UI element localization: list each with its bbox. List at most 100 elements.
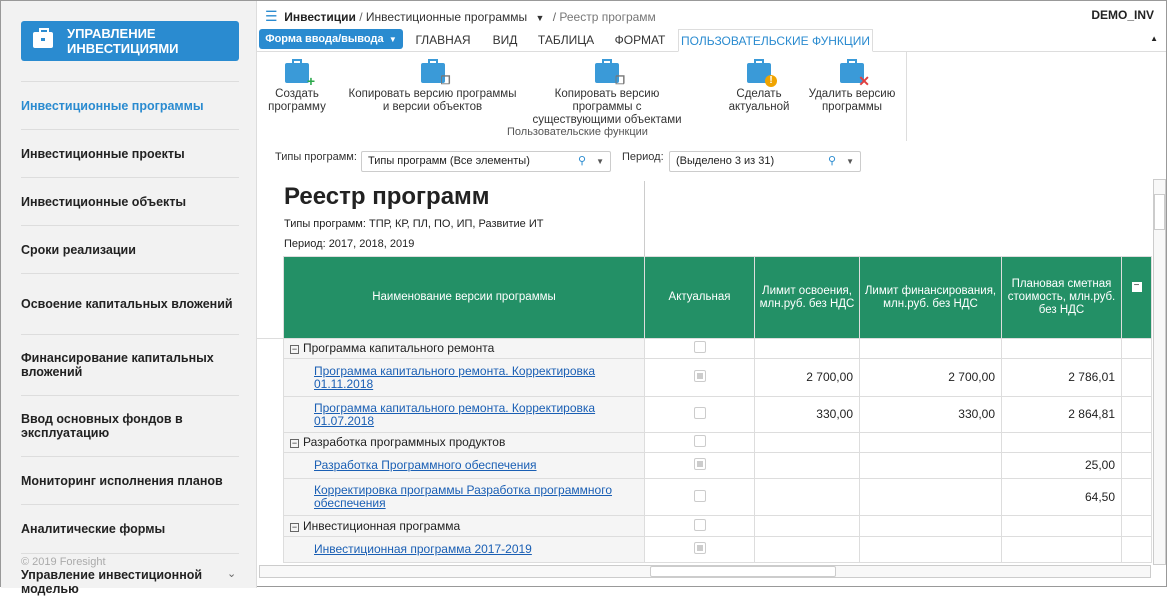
search-icon[interactable]: ⚲ xyxy=(578,152,586,171)
make-actual-button[interactable]: ! Сделать актуальной xyxy=(723,59,795,114)
scroll-thumb[interactable] xyxy=(650,566,836,577)
sidebar-item-model[interactable]: Управление инвестиционной моделью xyxy=(21,568,256,596)
sidebar-item-objects[interactable]: Инвестиционные объекты xyxy=(21,177,239,225)
actual-cell xyxy=(644,396,755,433)
search-icon[interactable]: ⚲ xyxy=(828,152,836,171)
tab-format[interactable]: ФОРМАТ xyxy=(605,29,675,52)
actual-checkbox[interactable] xyxy=(693,489,706,502)
actual-checkbox[interactable] xyxy=(693,407,706,419)
briefcase-warning-icon: ! xyxy=(747,59,777,87)
copy-version-existing-button[interactable]: ❐ Копировать версию программы с существую… xyxy=(532,59,682,127)
collapse-columns-icon[interactable]: − xyxy=(1121,256,1152,339)
report-period: Период: 2017, 2018, 2019 xyxy=(284,238,415,250)
chevron-down-icon: ▼ xyxy=(386,35,397,44)
tab-home[interactable]: ГЛАВНАЯ xyxy=(407,29,479,52)
menu-icon[interactable]: ☰ xyxy=(265,8,278,24)
actual-cell xyxy=(644,358,755,397)
tab-user-functions[interactable]: ПОЛЬЗОВАТЕЛЬСКИЕ ФУНКЦИИ xyxy=(678,29,873,52)
col-cost[interactable]: Плановая сметная стоимость, млн.руб. без… xyxy=(1001,256,1122,339)
empty-cell xyxy=(1121,515,1152,537)
program-version-link[interactable]: Программа капитального ремонта. Корректи… xyxy=(314,364,595,391)
empty-cell xyxy=(859,515,1002,537)
name-cell: Корректировка программы Разработка прогр… xyxy=(283,478,645,516)
scroll-thumb[interactable] xyxy=(1154,194,1165,230)
sidebar-item-analytics[interactable]: Аналитические формы xyxy=(21,504,239,552)
sidebar-item-financing[interactable]: Финансирование капитальных вложений xyxy=(21,334,239,395)
chevron-down-icon[interactable]: ▼ xyxy=(530,13,549,23)
name-cell: Разработка Программного обеспечения xyxy=(283,452,645,479)
report-title: Реестр программ xyxy=(284,183,490,210)
breadcrumb-section[interactable]: Инвестиционные программы xyxy=(366,10,527,24)
col-limit-fin[interactable]: Лимит финансирования, млн.руб. без НДС xyxy=(859,256,1002,339)
breadcrumb-root[interactable]: Инвестиции xyxy=(284,10,356,24)
sidebar-item-projects[interactable]: Инвестиционные проекты xyxy=(21,129,239,177)
actual-cell xyxy=(644,478,755,516)
ribbon-tabs: Форма ввода/вывода ▼ ГЛАВНАЯ ВИД ТАБЛИЦА… xyxy=(257,29,1166,52)
create-program-button[interactable]: + Создать программу xyxy=(263,59,331,114)
collapse-toggle-icon[interactable]: − xyxy=(290,522,299,532)
actual-checkbox[interactable] xyxy=(693,518,706,531)
copy-version-objects-button[interactable]: ❐ Копировать версию программы и версии об… xyxy=(345,59,520,114)
limit-dev-cell: 2 700,00 xyxy=(754,358,860,397)
collapse-toggle-icon[interactable]: − xyxy=(290,345,299,354)
chevron-down-icon[interactable]: ▼ xyxy=(846,152,854,171)
program-version-link[interactable]: Разработка Программного обеспечения xyxy=(314,458,537,472)
form-io-button[interactable]: Форма ввода/вывода ▼ xyxy=(259,29,403,49)
briefcase-copy-icon: ❐ xyxy=(595,59,625,87)
briefcase-delete-icon: ✕ xyxy=(840,59,870,88)
cost-cell: 25,00 xyxy=(1001,452,1122,479)
program-version-link[interactable]: Корректировка программы Разработка прогр… xyxy=(314,483,612,510)
tab-view[interactable]: ВИД xyxy=(483,29,527,52)
collapse-toggle-icon[interactable]: − xyxy=(290,439,299,448)
collapse-ribbon-icon[interactable]: ▲ xyxy=(1150,34,1158,43)
program-version-link[interactable]: Инвестиционная программа 2017-2019 xyxy=(314,542,532,556)
actual-cell xyxy=(644,432,755,453)
chevron-down-icon[interactable]: ▼ xyxy=(596,152,604,171)
cost-cell: 64,50 xyxy=(1001,478,1122,516)
breadcrumb-page: Реестр программ xyxy=(559,10,656,24)
period-select[interactable]: (Выделено 3 из 31) ⚲ ▼ xyxy=(669,151,861,172)
program-types-select[interactable]: Типы программ (Все элементы) ⚲ ▼ xyxy=(361,151,611,172)
sidebar-item-programs[interactable]: Инвестиционные программы xyxy=(21,81,239,129)
empty-cell xyxy=(1121,338,1152,359)
limit-dev-cell xyxy=(754,536,860,563)
limit-fin-cell xyxy=(859,452,1002,479)
program-types-label: Типы программ: xyxy=(275,151,357,163)
col-name[interactable]: Наименование версии программы xyxy=(283,256,645,339)
actual-checkbox[interactable] xyxy=(693,341,706,353)
report-types: Типы программ: ТПР, КР, ПЛ, ПО, ИП, Разв… xyxy=(284,218,544,230)
cost-cell: 2 786,01 xyxy=(1001,358,1122,397)
sidebar-item-monitoring[interactable]: Мониторинг исполнения планов xyxy=(21,456,239,504)
actual-checkbox[interactable] xyxy=(693,458,706,470)
col-actual[interactable]: Актуальная xyxy=(644,256,755,339)
actual-checkbox[interactable] xyxy=(693,542,706,554)
top-bar: ☰ Инвестиции / Инвестиционные программы … xyxy=(257,1,1166,29)
table-row: Разработка Программного обеспечения 25,00 xyxy=(283,452,1152,479)
col-limit-dev[interactable]: Лимит освоения, млн.руб. без НДС xyxy=(754,256,860,339)
actual-checkbox[interactable] xyxy=(693,370,706,382)
actual-cell xyxy=(644,452,755,479)
limit-dev-cell xyxy=(754,478,860,516)
user-name[interactable]: DEMO_INV xyxy=(1091,8,1154,22)
chevron-down-icon[interactable]: ⌄ xyxy=(227,567,236,580)
vertical-scrollbar[interactable] xyxy=(1153,179,1166,565)
empty-cell xyxy=(754,515,860,537)
empty-cell xyxy=(859,432,1002,453)
delete-version-button[interactable]: ✕ Удалить версию программы xyxy=(805,59,899,114)
sidebar-item-terms[interactable]: Сроки реализации xyxy=(21,225,239,273)
sidebar-item-capex[interactable]: Освоение капитальных вложений xyxy=(21,273,239,334)
app-logo[interactable]: УПРАВЛЕНИЕ ИНВЕСТИЦИЯМИ xyxy=(21,21,239,61)
empty-cell xyxy=(754,338,860,359)
horizontal-scrollbar[interactable] xyxy=(259,565,1151,578)
empty-cell xyxy=(859,338,1002,359)
sidebar-item-commissioning[interactable]: Ввод основных фондов в эксплуатацию xyxy=(21,395,239,456)
program-version-link[interactable]: Программа капитального ремонта. Корректи… xyxy=(314,401,595,428)
table-row: Инвестиционная программа 2017-2019 xyxy=(283,536,1152,563)
limit-fin-cell: 330,00 xyxy=(859,396,1002,433)
tab-table[interactable]: ТАБЛИЦА xyxy=(531,29,601,52)
empty-cell xyxy=(1121,432,1152,453)
actual-checkbox[interactable] xyxy=(693,435,706,447)
group-name-cell: − Программа капитального ремонта xyxy=(283,338,645,359)
group-row: − Разработка программных продуктов xyxy=(283,432,1152,453)
empty-cell xyxy=(1001,338,1122,359)
